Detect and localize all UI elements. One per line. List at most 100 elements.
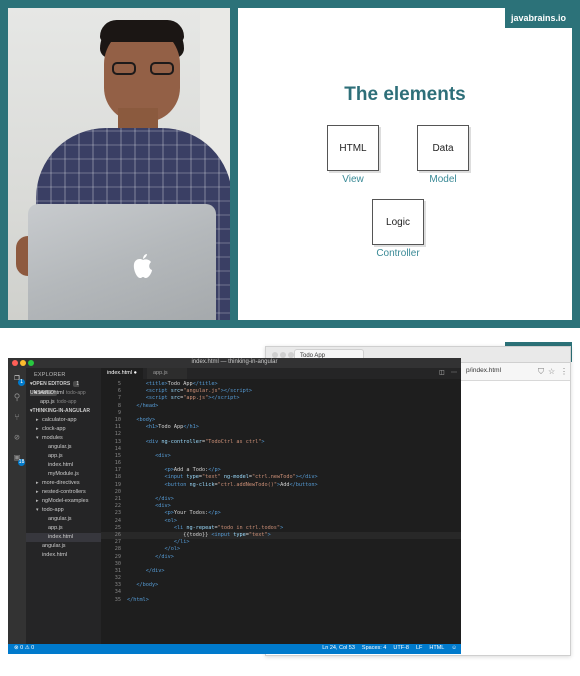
file-item[interactable]: index.html [26, 551, 101, 560]
file-item[interactable]: angular.js [26, 515, 101, 524]
line-number: 30 [114, 560, 121, 567]
line-number: 33 [114, 582, 121, 589]
split-editor-icon[interactable]: ◫ [439, 369, 445, 376]
line-number: 25 [114, 524, 121, 531]
tree-item-label: index.html [42, 552, 68, 558]
code-line[interactable]: 27 </li> [101, 539, 461, 546]
tree-item-label: calculator-app [42, 417, 77, 423]
code-line[interactable]: 15 <div> [101, 453, 461, 460]
status-item[interactable]: LF [416, 645, 422, 651]
tab-index-html[interactable]: index.html ● [101, 368, 143, 379]
file-item[interactable]: angular.js [26, 443, 101, 452]
extensions-icon[interactable]: ▣ 18 [11, 452, 25, 466]
line-number: 24 [114, 517, 121, 524]
code-line[interactable]: 14 [101, 446, 461, 453]
top-frame: javabrains.io The elements HTML View Dat… [0, 0, 580, 328]
code-text: <script src="angular.js"></script> [145, 388, 252, 395]
code-line[interactable]: 29 </div> [101, 554, 461, 561]
code-line[interactable]: 24 <ol> [101, 518, 461, 525]
code-line[interactable]: 25 <li ng-repeat="todo in ctrl.todos"> [101, 525, 461, 532]
code-line[interactable]: 10 <body> [101, 417, 461, 424]
webcam-video [8, 8, 230, 320]
tree-item-label: ngModel-examples [42, 498, 89, 504]
folder-item[interactable]: ▸ ngModel-examples [26, 497, 101, 506]
tree-item-label: app.js [48, 453, 63, 459]
tab-app-js[interactable]: app.js [147, 368, 187, 379]
file-item[interactable]: index.html [26, 461, 101, 470]
more-actions-icon[interactable]: ⋯ [451, 369, 457, 376]
folder-item[interactable]: ▸ nested-controllers [26, 488, 101, 497]
code-text: <div ng-controller="TodoCtrl as ctrl"> [145, 438, 265, 445]
line-number: 16 [114, 460, 121, 467]
git-icon[interactable]: ⑂ [11, 412, 23, 424]
code-line[interactable]: 13 <div ng-controller="TodoCtrl as ctrl"… [101, 439, 461, 446]
shield-icon[interactable]: ⛉ [538, 367, 544, 377]
code-text: </div> [155, 496, 174, 502]
code-line[interactable]: 5 <title>Todo App</title> [101, 381, 461, 388]
status-item[interactable]: Spaces: 4 [362, 645, 386, 651]
code-line[interactable]: 26 {{todo}} <input type="text"> [101, 531, 461, 540]
code-line[interactable]: 22 <div> [101, 503, 461, 510]
open-editor-item[interactable]: ● index.html todo-app [26, 389, 101, 398]
code-line[interactable]: 18 <input type="text" ng-model="ctrl.new… [101, 474, 461, 481]
code-line[interactable]: 9 [101, 410, 461, 417]
status-item[interactable]: Ln 24, Col 53 [322, 645, 355, 651]
code-line[interactable]: 32 [101, 575, 461, 582]
status-item[interactable]: HTML [429, 645, 444, 651]
code-line[interactable]: 19 <button ng-click="ctrl.addNewTodo()">… [101, 482, 461, 489]
line-number: 22 [114, 503, 121, 510]
folder-item[interactable]: ▸ clock-app [26, 425, 101, 434]
file-item[interactable]: myModule.js [26, 470, 101, 479]
open-editor-item[interactable]: app.js todo-app [26, 398, 101, 407]
search-icon[interactable]: ⚲ [11, 392, 23, 404]
debug-icon[interactable]: ⊘ [11, 432, 23, 444]
code-line[interactable]: 12 [101, 431, 461, 438]
folder-item[interactable]: ▾ modules [26, 434, 101, 443]
line-number: 17 [114, 467, 121, 474]
status-item[interactable]: ☺ [451, 645, 457, 651]
file-item[interactable]: angular.js [26, 542, 101, 551]
address-input[interactable]: p/index.html [466, 367, 544, 378]
code-line[interactable]: 30 [101, 561, 461, 568]
activity-bar: ❐ 1 ⚲ ⑂ ⊘ ▣ 18 [8, 368, 26, 644]
project-section[interactable]: ▾THINKING-IN-ANGULAR [26, 407, 101, 416]
folder-item[interactable]: ▸ more-directives [26, 479, 101, 488]
code-text: <p>Add a Todo:</p> [164, 467, 221, 474]
explorer-icon[interactable]: ❐ 1 [11, 372, 25, 386]
code-line[interactable]: 31 </div> [101, 568, 461, 575]
folder-item[interactable]: ▸ calculator-app [26, 416, 101, 425]
tree-item-label: clock-app [42, 426, 66, 432]
code-line[interactable]: 34 [101, 589, 461, 596]
code-text: </body> [136, 582, 159, 589]
data-box: Data [417, 125, 469, 171]
code-line[interactable]: 23 <p>Your Todos:</p> [101, 510, 461, 517]
code-line[interactable]: 16 [101, 460, 461, 467]
code-text: <p>Your Todos:</p> [164, 510, 221, 517]
code-line[interactable]: 8 </head> [101, 403, 461, 410]
code-line[interactable]: 6 <script src="angular.js"></script> [101, 388, 461, 395]
code-line[interactable]: 17 <p>Add a Todo:</p> [101, 467, 461, 474]
file-item[interactable]: index.html [26, 533, 101, 542]
code-line[interactable]: 28 </ol> [101, 546, 461, 553]
code-line[interactable]: 20 [101, 489, 461, 496]
tree-item-label: angular.js [42, 543, 66, 549]
code-line[interactable]: 35 </html> [101, 597, 461, 604]
code-line[interactable]: 21 </div> [101, 496, 461, 503]
code-editor[interactable]: 5 <title>Todo App</title> 6 <script src="… [101, 381, 461, 604]
status-item[interactable]: UTF-8 [393, 645, 409, 651]
open-editors-section[interactable]: ▾OPEN EDITORS 1 UNSAVED [26, 380, 101, 396]
problems-indicator[interactable]: ⊗ 0 ⚠ 0 [14, 645, 34, 651]
tree-item-label: myModule.js [48, 471, 79, 477]
line-number: 7 [117, 395, 121, 402]
code-line[interactable]: 7 <script src="app.js"></script> [101, 395, 461, 402]
line-number: 29 [114, 553, 121, 560]
folder-item[interactable]: ▾ todo-app [26, 506, 101, 515]
apple-logo-icon [133, 254, 152, 278]
star-icon[interactable]: ☆ [548, 367, 555, 377]
file-item[interactable]: app.js [26, 524, 101, 533]
file-item[interactable]: app.js [26, 452, 101, 461]
code-line[interactable]: 11 <h1>Todo App</h1> [101, 424, 461, 431]
menu-icon[interactable]: ⋮ [560, 367, 568, 377]
line-number: 9 [117, 409, 121, 416]
code-line[interactable]: 33 </body> [101, 582, 461, 589]
